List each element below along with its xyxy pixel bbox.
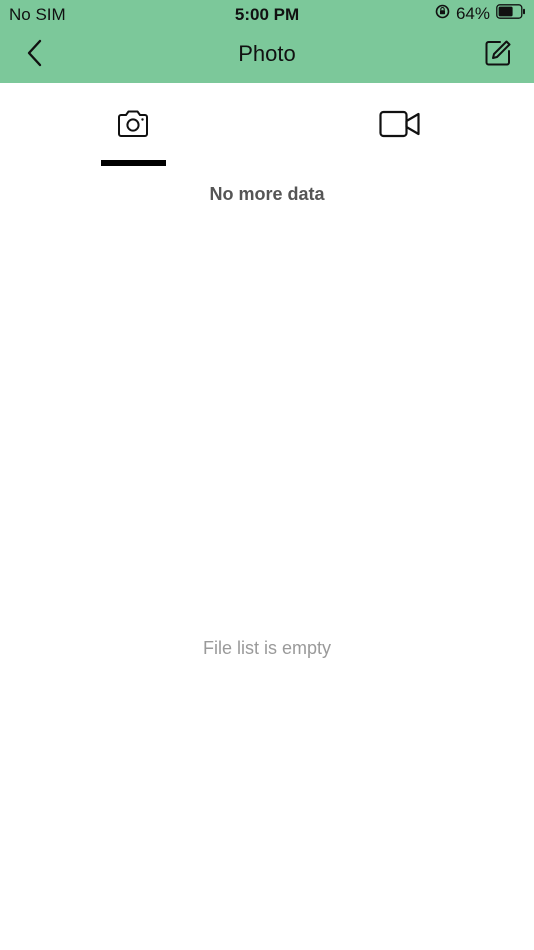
page-title: Photo	[238, 41, 296, 66]
camera-icon	[116, 109, 150, 145]
tab-video[interactable]	[267, 83, 534, 173]
battery-percent: 64%	[455, 4, 490, 23]
video-camera-icon	[379, 109, 421, 145]
empty-state-text: File list is empty	[202, 638, 332, 658]
battery-icon	[496, 4, 526, 24]
tab-photo[interactable]	[0, 83, 267, 173]
media-tabs	[0, 83, 534, 173]
edit-button[interactable]	[482, 39, 514, 71]
status-bar: No SIM 5:00 PM 64%	[0, 0, 534, 28]
edit-icon	[484, 39, 512, 72]
tab-selected-indicator	[101, 160, 166, 166]
status-right: 64%	[435, 4, 526, 24]
nav-bar: Photo	[0, 28, 534, 83]
list-footer-text: No more data	[209, 184, 325, 204]
top-bar: No SIM 5:00 PM 64% Photo	[0, 0, 534, 83]
orientation-lock-icon	[435, 4, 450, 24]
